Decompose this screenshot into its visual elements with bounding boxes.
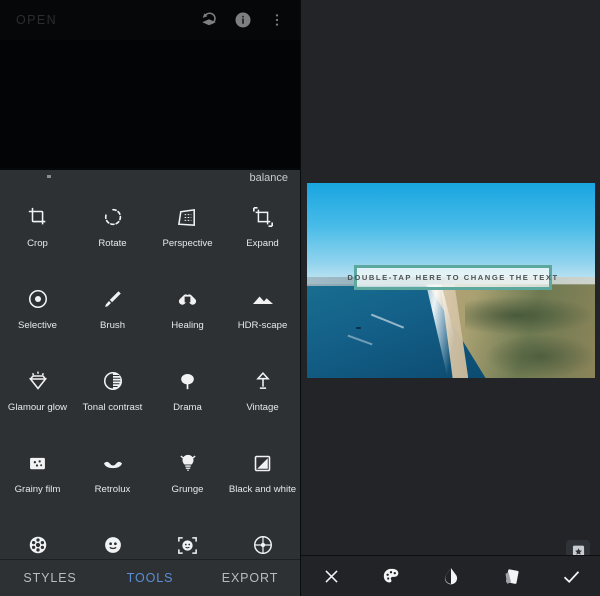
- tool-rotate[interactable]: Rotate: [75, 192, 150, 274]
- peek-partial-icon: [47, 175, 51, 178]
- grunge-icon: [177, 448, 199, 478]
- info-icon[interactable]: [226, 3, 260, 37]
- selective-icon: [27, 284, 49, 314]
- top-bar: OPEN: [0, 0, 300, 40]
- tool-label: Grunge: [171, 484, 204, 495]
- tool-label: Selective: [18, 320, 57, 331]
- tool-label: Tonal contrast: [82, 402, 143, 413]
- tool-label: Grainy film: [14, 484, 61, 495]
- tonal-contrast-icon: [102, 366, 124, 396]
- tool-vintage[interactable]: Vintage: [225, 356, 300, 438]
- tab-export[interactable]: EXPORT: [200, 571, 300, 585]
- tool-selective[interactable]: Selective: [0, 274, 75, 356]
- tool-label: Glamour glow: [7, 402, 68, 413]
- vegetation-patch: [485, 335, 595, 378]
- tab-styles[interactable]: STYLES: [0, 571, 100, 585]
- right-screenshot-text-editor: DOUBLE-TAP HERE TO CHANGE THE TEXT: [300, 0, 600, 596]
- bottom-tab-bar: STYLES TOOLS EXPORT: [0, 559, 300, 596]
- more-options-icon[interactable]: [260, 3, 294, 37]
- expand-icon: [252, 202, 274, 232]
- drama-icon: [176, 366, 199, 396]
- glamour-glow-icon: [26, 366, 50, 396]
- text-overlay-box[interactable]: DOUBLE-TAP HERE TO CHANGE THE TEXT: [347, 265, 557, 290]
- tools-grid: Crop Rotate Perspective Expand Selective…: [0, 192, 300, 596]
- tool-hdr-scape[interactable]: HDR-scape: [225, 274, 300, 356]
- tool-label: Perspective: [162, 238, 213, 249]
- rotate-icon: [102, 202, 124, 232]
- opacity-button[interactable]: [421, 566, 481, 586]
- tool-label: Healing: [171, 320, 204, 331]
- head-pose-icon: [176, 530, 199, 560]
- tool-retrolux[interactable]: Retrolux: [75, 438, 150, 520]
- tool-grainy-film[interactable]: Grainy film: [0, 438, 75, 520]
- text-overlay-value: DOUBLE-TAP HERE TO CHANGE THE TEXT: [347, 273, 559, 282]
- left-screenshot-tools: OPEN balance Crop Rotate Perspective Exp…: [0, 0, 300, 596]
- retrolux-icon: [101, 448, 125, 478]
- portrait-icon: [102, 530, 124, 560]
- vintage-icon: [252, 366, 274, 396]
- tool-expand[interactable]: Expand: [225, 192, 300, 274]
- brush-icon: [102, 284, 124, 314]
- confirm-button[interactable]: [541, 566, 600, 587]
- tool-drama[interactable]: Drama: [150, 356, 225, 438]
- tool-label: Retrolux: [94, 484, 131, 495]
- tool-black-and-white[interactable]: Black and white: [225, 438, 300, 520]
- tool-grunge[interactable]: Grunge: [150, 438, 225, 520]
- image-canvas-dim[interactable]: [0, 40, 300, 168]
- tool-tonal-contrast[interactable]: Tonal contrast: [75, 356, 150, 438]
- healing-icon: [176, 284, 199, 314]
- tool-label: Brush: [99, 320, 126, 331]
- black-and-white-icon: [252, 448, 273, 478]
- cancel-button[interactable]: [301, 567, 361, 586]
- hdr-scape-icon: [251, 284, 275, 314]
- tool-glamour-glow[interactable]: Glamour glow: [0, 356, 75, 438]
- peek-partial-label[interactable]: balance: [249, 172, 288, 184]
- tool-label: Drama: [173, 402, 202, 413]
- undo-stack-icon[interactable]: [192, 3, 226, 37]
- tools-sheet-peek-row: balance: [0, 170, 300, 192]
- tool-label: Expand: [246, 238, 279, 249]
- tool-label: Vintage: [246, 402, 279, 413]
- tool-label: Crop: [27, 238, 48, 249]
- noir-icon: [27, 530, 49, 560]
- perspective-icon: [176, 202, 199, 232]
- color-button[interactable]: [361, 566, 421, 587]
- snapil-app: OPEN balance Crop Rotate Perspective Exp…: [0, 0, 600, 596]
- tool-crop[interactable]: Crop: [0, 192, 75, 274]
- crop-icon: [27, 202, 49, 232]
- tool-perspective[interactable]: Perspective: [150, 192, 225, 274]
- style-button[interactable]: [481, 566, 541, 587]
- tool-label: Rotate: [98, 238, 127, 249]
- tool-healing[interactable]: Healing: [150, 274, 225, 356]
- tool-label: HDR-scape: [237, 320, 288, 331]
- open-label[interactable]: OPEN: [16, 13, 192, 27]
- grainy-film-icon: [27, 448, 48, 478]
- tools-sheet: balance Crop Rotate Perspective Expand S…: [0, 170, 300, 577]
- lens-blur-icon: [252, 530, 274, 560]
- tool-brush[interactable]: Brush: [75, 274, 150, 356]
- tool-label: Black and white: [228, 484, 297, 495]
- vegetation-patch: [465, 296, 595, 336]
- tab-tools[interactable]: TOOLS: [100, 571, 200, 585]
- text-editor-toolbar: [301, 555, 600, 596]
